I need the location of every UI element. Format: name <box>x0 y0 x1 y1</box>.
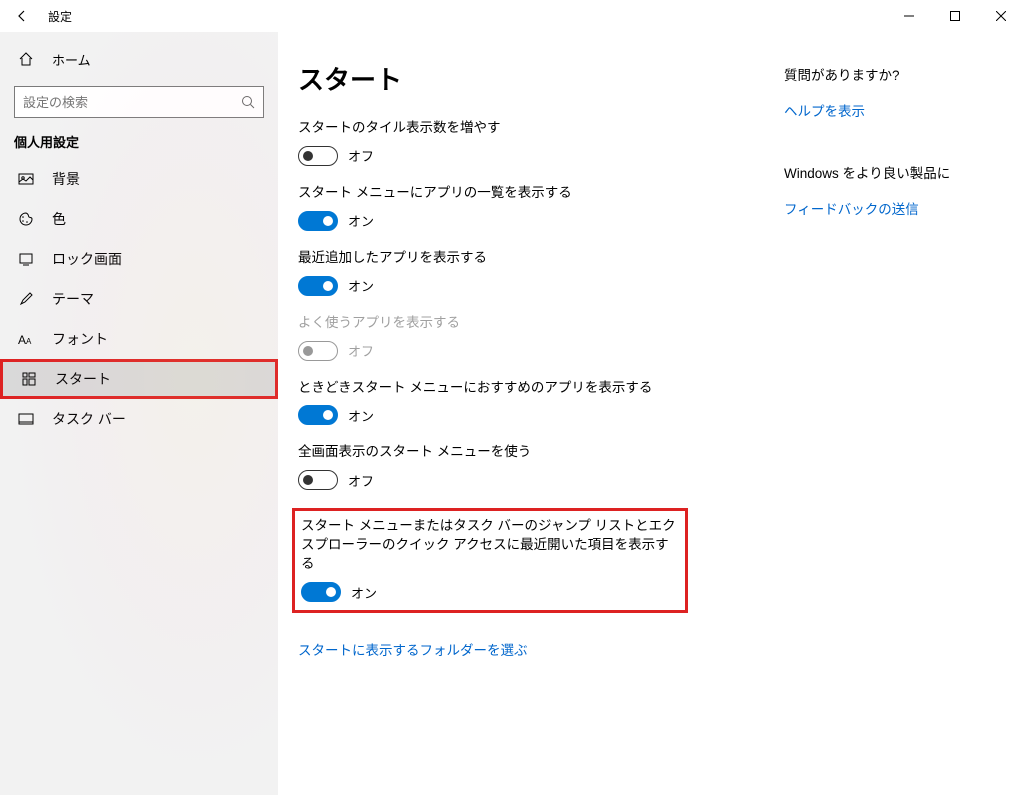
toggle-state-label: オン <box>338 276 374 295</box>
help-title: 質問がありますか? <box>784 64 984 84</box>
toggle-switch[interactable] <box>298 470 338 490</box>
toggle-state-label: オフ <box>338 146 374 165</box>
sidebar-item-fonts[interactable]: AA フォント <box>0 319 278 359</box>
setting-label: 全画面表示のスタート メニューを使う <box>298 443 784 462</box>
maximize-icon <box>950 11 960 21</box>
toggle-switch[interactable] <box>298 276 338 296</box>
setting-label: スタート メニューにアプリの一覧を表示する <box>298 184 784 203</box>
setting-label: スタート メニューまたはタスク バーのジャンプ リストとエクスプローラーのクイッ… <box>301 517 679 574</box>
setting-row: スタートのタイル表示数を増やすオフ <box>298 119 784 166</box>
brush-icon <box>18 291 38 307</box>
lockscreen-icon <box>18 251 38 267</box>
svg-text:A: A <box>26 337 32 346</box>
toggle-switch[interactable] <box>298 211 338 231</box>
minimize-button[interactable] <box>886 0 932 32</box>
main-pane: スタート スタートのタイル表示数を増やすオフスタート メニューにアプリの一覧を表… <box>298 60 784 795</box>
setting-row: スタート メニューにアプリの一覧を表示するオン <box>298 184 784 231</box>
toggle-switch[interactable] <box>298 146 338 166</box>
page-title: スタート <box>298 60 784 97</box>
sidebar-item-label: フォント <box>38 329 108 349</box>
sidebar: ホーム 個人用設定 背景 色 ロック画面 テーマ AA フォント <box>0 32 278 795</box>
sidebar-item-background[interactable]: 背景 <box>0 159 278 199</box>
toggle-state-label: オフ <box>338 341 374 360</box>
setting-row: 最近追加したアプリを表示するオン <box>298 249 784 296</box>
start-icon <box>21 371 41 387</box>
sidebar-item-label: 背景 <box>38 169 80 189</box>
sidebar-item-themes[interactable]: テーマ <box>0 279 278 319</box>
setting-label: ときどきスタート メニューにおすすめのアプリを表示する <box>298 379 784 398</box>
svg-text:A: A <box>18 333 26 346</box>
toggle-switch[interactable] <box>298 405 338 425</box>
back-arrow-icon <box>15 9 29 23</box>
setting-row: よく使うアプリを表示するオフ <box>298 314 784 361</box>
taskbar-icon <box>18 411 38 427</box>
font-icon: AA <box>18 332 38 346</box>
search-box[interactable] <box>14 86 264 118</box>
setting-label: よく使うアプリを表示する <box>298 314 784 333</box>
sidebar-item-label: スタート <box>41 369 111 389</box>
sidebar-item-label: タスク バー <box>38 409 126 429</box>
home-label: ホーム <box>38 50 91 69</box>
close-button[interactable] <box>978 0 1024 32</box>
sidebar-item-taskbar[interactable]: タスク バー <box>0 399 278 439</box>
palette-icon <box>18 211 38 227</box>
toggle-state-label: オフ <box>338 471 374 490</box>
setting-label: スタートのタイル表示数を増やす <box>298 119 784 138</box>
sidebar-item-colors[interactable]: 色 <box>0 199 278 239</box>
picture-icon <box>18 171 38 187</box>
toggle-switch[interactable] <box>301 582 341 602</box>
toggle-state-label: オン <box>338 211 374 230</box>
sidebar-item-start[interactable]: スタート <box>0 359 278 399</box>
search-icon <box>233 95 263 109</box>
search-input[interactable] <box>15 95 233 110</box>
choose-folders-link[interactable]: スタートに表示するフォルダーを選ぶ <box>298 639 528 659</box>
help-link[interactable]: ヘルプを表示 <box>784 100 865 120</box>
setting-row: 全画面表示のスタート メニューを使うオフ <box>298 443 784 490</box>
feedback-title: Windows をより良い製品に <box>784 162 984 182</box>
home-icon <box>18 51 38 67</box>
setting-row: スタート メニューまたはタスク バーのジャンプ リストとエクスプローラーのクイッ… <box>292 508 688 613</box>
help-pane: 質問がありますか? ヘルプを表示 Windows をより良い製品に フィードバッ… <box>784 60 984 795</box>
toggle-switch <box>298 341 338 361</box>
feedback-link[interactable]: フィードバックの送信 <box>784 198 919 218</box>
minimize-icon <box>904 11 914 21</box>
sidebar-item-label: テーマ <box>38 289 94 309</box>
sidebar-item-label: 色 <box>38 209 66 229</box>
home-button[interactable]: ホーム <box>0 40 278 78</box>
toggle-state-label: オン <box>338 406 374 425</box>
sidebar-item-lockscreen[interactable]: ロック画面 <box>0 239 278 279</box>
sidebar-item-label: ロック画面 <box>38 249 122 269</box>
toggle-state-label: オン <box>341 583 377 602</box>
setting-row: ときどきスタート メニューにおすすめのアプリを表示するオン <box>298 379 784 426</box>
window-title: 設定 <box>44 8 72 25</box>
close-icon <box>996 11 1006 21</box>
section-header: 個人用設定 <box>0 132 278 159</box>
setting-label: 最近追加したアプリを表示する <box>298 249 784 268</box>
back-button[interactable] <box>0 0 44 32</box>
maximize-button[interactable] <box>932 0 978 32</box>
